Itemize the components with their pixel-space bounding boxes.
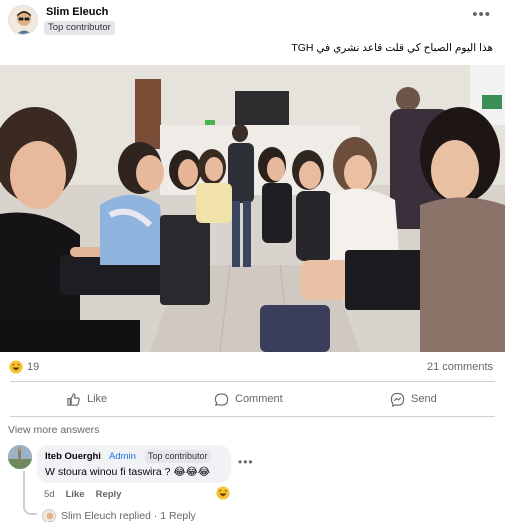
send-messenger-icon	[390, 392, 405, 407]
post-header: Slim Eleuch Top contributor •••	[0, 0, 505, 40]
post-action-bar: Like Comment Send	[0, 385, 505, 413]
haha-reaction-icon[interactable]	[216, 486, 230, 500]
divider	[10, 416, 495, 417]
divider	[10, 381, 495, 382]
comment-age: 5d	[44, 489, 55, 500]
comment-label: Comment	[235, 393, 283, 405]
like-thumb-icon	[67, 392, 80, 406]
haha-reaction-icon[interactable]	[9, 360, 23, 374]
top-contributor-badge: Top contributor	[44, 21, 115, 35]
commenter-avatar[interactable]	[8, 445, 32, 469]
like-label: Like	[87, 393, 108, 405]
send-button[interactable]: Send	[390, 385, 437, 413]
more-icon[interactable]: •••	[472, 7, 491, 22]
comment-bubble-icon	[214, 392, 229, 406]
comment-button[interactable]: Comment	[214, 385, 283, 413]
post-text: هذا اليوم الصباح كي قلت قاعد نشري في TGH	[291, 42, 493, 54]
admin-badge: Admin	[109, 451, 136, 462]
comment-like-button[interactable]: Like	[66, 489, 85, 500]
reply-thread-line	[23, 471, 37, 515]
comment-more-icon[interactable]: •••	[238, 455, 254, 469]
view-more-answers-link[interactable]: View more answers	[8, 424, 99, 436]
like-button[interactable]: Like	[66, 385, 107, 413]
comment-text: W stoura winou fi taswira ? 😂😂😂	[45, 466, 211, 478]
comment-bubble: Iteb Ouerghi Admin Top contributor W sto…	[37, 445, 231, 483]
top-contributor-badge: Top contributor	[145, 450, 211, 463]
author-avatar[interactable]	[8, 5, 38, 35]
reaction-count[interactable]: 19	[27, 361, 39, 373]
commenter-name[interactable]: Iteb Ouerghi	[45, 451, 101, 462]
reactions-summary: 19 21 comments	[0, 356, 505, 378]
post-author-name[interactable]: Slim Eleuch	[46, 6, 108, 18]
reply-author-avatar	[42, 509, 56, 522]
comment-reply-button[interactable]: Reply	[96, 489, 122, 500]
comment-meta: 5d Like Reply	[44, 489, 121, 500]
view-replies-link[interactable]: Slim Eleuch replied · 1 Reply	[61, 510, 196, 522]
send-label: Send	[411, 393, 437, 405]
comments-count[interactable]: 21 comments	[427, 361, 493, 373]
post-photo[interactable]	[0, 65, 505, 352]
